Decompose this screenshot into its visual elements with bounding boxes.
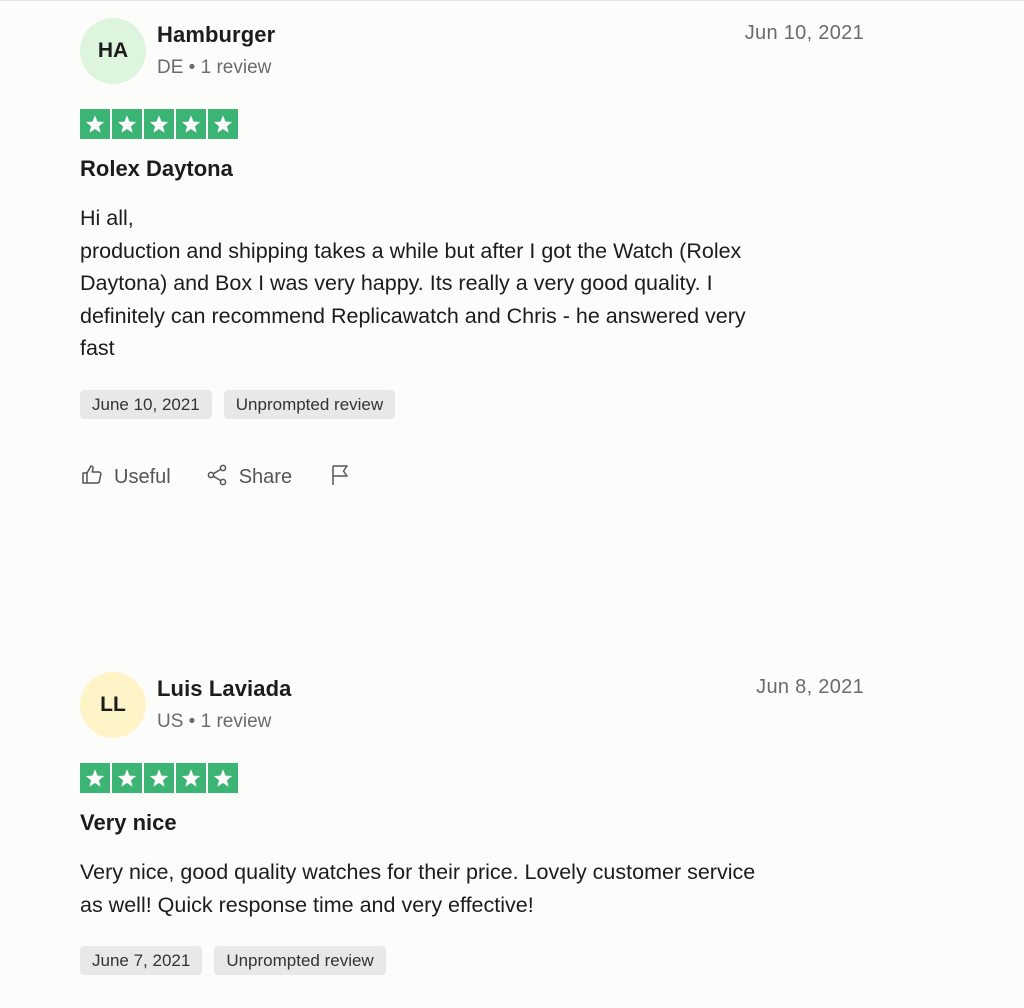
star-icon: [80, 763, 110, 793]
review-body: Hi all, production and shipping takes a …: [80, 202, 864, 365]
reviewer-name[interactable]: Luis Laviada: [157, 676, 291, 702]
reviewer-meta: US • 1 review: [157, 711, 272, 732]
star-icon: [208, 763, 238, 793]
top-divider: [0, 0, 1024, 1]
star-icon: [112, 109, 142, 139]
review-body-line: definitely can recommend Replicawatch an…: [80, 303, 746, 328]
review-tags: June 10, 2021 Unprompted review: [80, 389, 864, 419]
report-button[interactable]: [328, 463, 352, 493]
star-icon: [176, 109, 206, 139]
flag-icon: [328, 463, 352, 493]
experience-date-badge: June 7, 2021: [80, 946, 203, 975]
review-body-line: Daytona) and Box I was very happy. Its r…: [80, 271, 713, 295]
useful-button[interactable]: Useful: [80, 463, 171, 493]
review-header: LL Luis Laviada US • 1 review Jun 8, 202…: [80, 672, 864, 740]
thumbs-up-icon: [80, 463, 104, 493]
review-date: Jun 10, 2021: [744, 22, 864, 44]
review-card: HA Hamburger DE • 1 review Jun 10, 2021 …: [80, 18, 864, 492]
useful-label: Useful: [114, 466, 171, 488]
review-body: Very nice, good quality watches for thei…: [80, 856, 864, 921]
review-tags: June 7, 2021 Unprompted review: [80, 946, 864, 975]
review-date: Jun 8, 2021: [756, 676, 864, 698]
star-icon: [80, 109, 110, 139]
review-body-line: production and shipping takes a while bu…: [80, 238, 742, 263]
star-rating: [80, 763, 864, 793]
star-icon: [176, 763, 206, 793]
avatar[interactable]: HA: [80, 18, 146, 84]
reviewer-name[interactable]: Hamburger: [157, 22, 275, 48]
unprompted-review-badge[interactable]: Unprompted review: [223, 389, 396, 419]
review-body-line: fast: [80, 336, 115, 360]
star-icon: [144, 109, 174, 139]
unprompted-review-badge[interactable]: Unprompted review: [214, 946, 386, 975]
star-rating: [80, 109, 864, 139]
share-button[interactable]: Share: [205, 463, 292, 493]
review-header: HA Hamburger DE • 1 review Jun 10, 2021: [80, 18, 864, 86]
star-icon: [112, 763, 142, 793]
star-icon: [208, 109, 238, 139]
review-card: LL Luis Laviada US • 1 review Jun 8, 202…: [80, 672, 864, 975]
review-title[interactable]: Very nice: [80, 810, 864, 836]
review-body-line: Very nice, good quality watches for thei…: [80, 860, 756, 884]
experience-date-badge: June 10, 2021: [80, 389, 212, 419]
review-body-line: Hi all,: [80, 206, 134, 230]
share-icon: [205, 463, 229, 493]
review-title[interactable]: Rolex Daytona: [80, 156, 864, 182]
avatar[interactable]: LL: [80, 672, 146, 738]
review-body-line: as well! Quick response time and very ef…: [80, 892, 534, 917]
star-icon: [144, 763, 174, 793]
share-label: Share: [238, 466, 293, 488]
review-actions: Useful Share: [80, 464, 864, 492]
reviewer-meta: DE • 1 review: [157, 57, 272, 78]
